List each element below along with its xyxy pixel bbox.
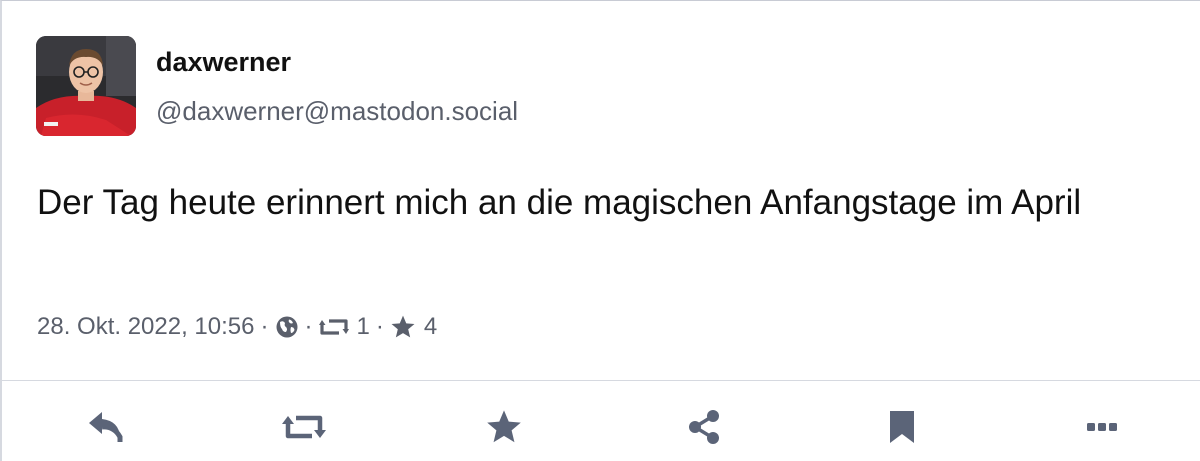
account-handle[interactable]: @daxwerner@mastodon.social xyxy=(156,95,518,127)
boost-count: 1 xyxy=(356,313,370,340)
author-names: daxwerner @daxwerner@mastodon.social xyxy=(156,36,518,127)
post-meta: 28. Okt. 2022, 10:56 · · 1 · 4 xyxy=(37,312,437,342)
share-button[interactable] xyxy=(682,405,726,449)
display-name[interactable]: daxwerner xyxy=(156,46,518,78)
post-timestamp[interactable]: 28. Okt. 2022, 10:56 xyxy=(37,312,255,342)
avatar-image xyxy=(36,36,136,136)
action-bar-divider xyxy=(2,380,1200,381)
reply-icon xyxy=(89,412,123,442)
bookmark-button[interactable] xyxy=(880,405,924,449)
reply-button[interactable] xyxy=(84,405,128,449)
globe-icon xyxy=(275,315,299,339)
boost-icon xyxy=(282,415,326,439)
post-content: Der Tag heute erinnert mich an die magis… xyxy=(37,183,1082,222)
boost-count-icon xyxy=(318,316,349,338)
more-button[interactable] xyxy=(1080,405,1124,449)
meta-separator: · xyxy=(375,313,384,340)
meta-separator: · xyxy=(304,313,313,340)
avatar[interactable] xyxy=(36,36,136,136)
favourite-icon xyxy=(487,410,521,443)
bookmark-icon xyxy=(890,411,914,443)
post-header: daxwerner @daxwerner@mastodon.social xyxy=(36,36,518,136)
action-bar xyxy=(2,405,1200,449)
post-card: daxwerner @daxwerner@mastodon.social Der… xyxy=(0,0,1200,461)
favourite-button[interactable] xyxy=(482,405,526,449)
meta-separator: · xyxy=(260,313,269,340)
favourite-count-icon xyxy=(390,314,416,340)
share-icon xyxy=(689,410,719,444)
boost-button[interactable] xyxy=(282,405,326,449)
more-icon xyxy=(1087,423,1117,431)
favourite-count: 4 xyxy=(423,313,438,340)
